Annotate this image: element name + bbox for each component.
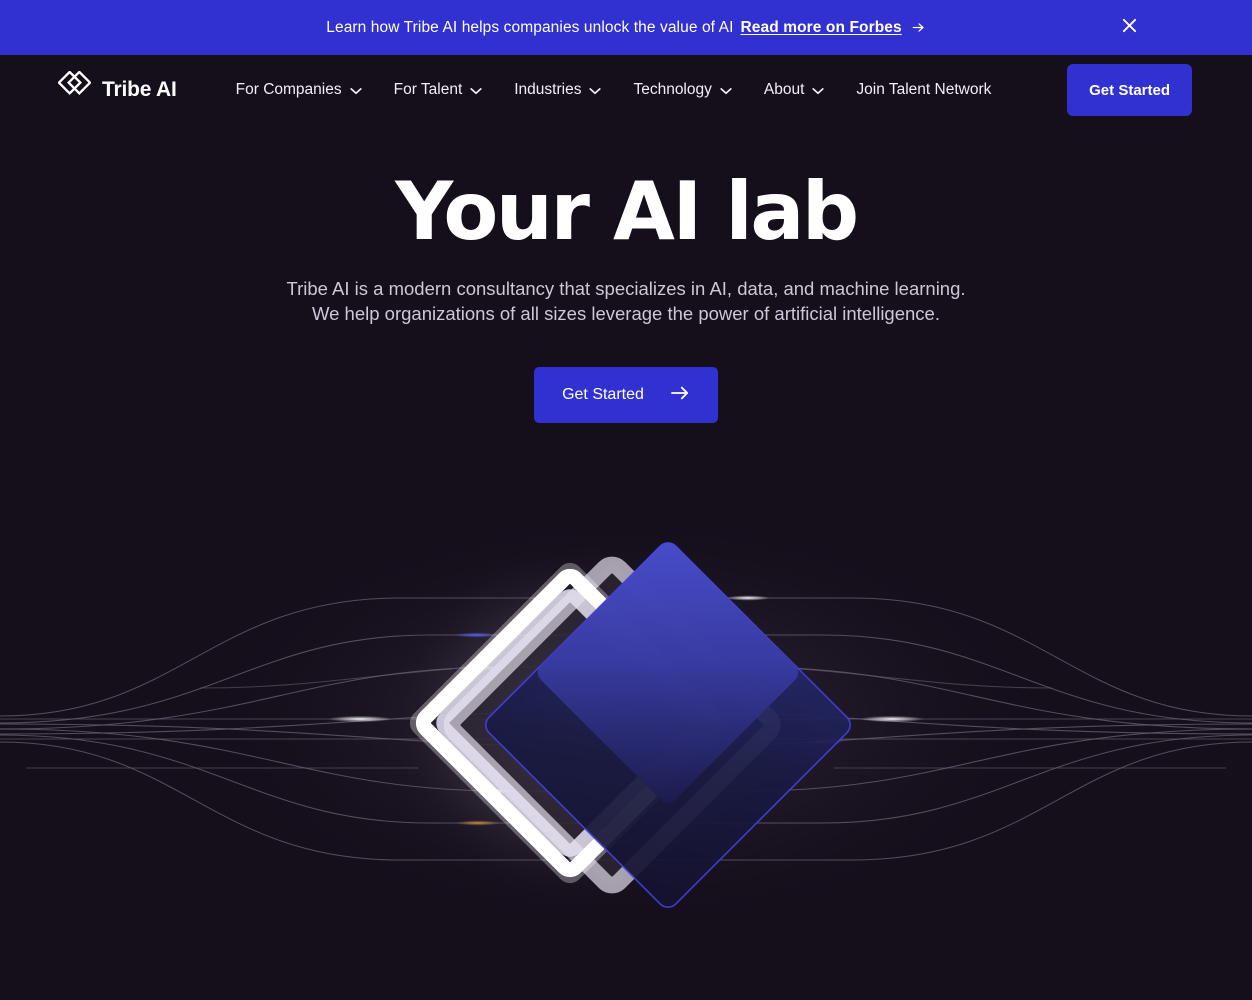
hero-cta-label: Get Started (562, 386, 644, 404)
hero-subtitle-line-1: Tribe AI is a modern consultancy that sp… (286, 278, 966, 299)
nav-item-technology[interactable]: Technology (617, 81, 747, 99)
page-root: Learn how Tribe AI helps companies unloc… (0, 0, 1252, 1000)
announcement-link[interactable]: Read more on Forbes (740, 19, 901, 37)
chevron-down-icon (720, 87, 732, 95)
nav-item-label: For Talent (393, 81, 463, 98)
chevron-down-icon (470, 87, 482, 95)
tribe-diamonds-logo-icon (57, 70, 92, 109)
nav-item-for-companies[interactable]: For Companies (220, 81, 378, 99)
nav-item-label: About (763, 81, 805, 98)
nav-item-for-talent[interactable]: For Talent (378, 81, 499, 99)
chevron-down-icon (589, 87, 602, 95)
nav-item-label: Join Talent Network (856, 81, 992, 98)
announcement-message: Learn how Tribe AI helps companies unloc… (326, 18, 734, 36)
nav-item-label: For Companies (235, 81, 342, 98)
main-navigation: Tribe AI For Companies For Talent Indust… (0, 55, 1252, 125)
nav-get-started-button[interactable]: Get Started (1067, 64, 1192, 116)
nav-item-industries[interactable]: Industries (498, 81, 617, 99)
nav-item-label: Industries (514, 81, 582, 98)
chevron-down-icon (812, 87, 825, 95)
banner-close-button[interactable] (1116, 15, 1142, 41)
nav-item-label: Technology (633, 81, 712, 98)
announcement-text: Learn how Tribe AI helps companies unloc… (326, 19, 925, 37)
close-icon (1120, 16, 1139, 40)
nav-links: For Companies For Talent Industries Tech… (220, 81, 1008, 99)
announcement-banner: Learn how Tribe AI helps companies unloc… (0, 0, 1252, 55)
nav-item-join-talent-network[interactable]: Join Talent Network (840, 81, 1007, 99)
arrow-right-icon (911, 20, 926, 35)
hero-get-started-button[interactable]: Get Started (534, 367, 718, 424)
page-title: Your AI lab (395, 165, 859, 258)
brand-logo-link[interactable]: Tribe AI (57, 70, 177, 109)
brand-name: Tribe AI (102, 78, 177, 101)
hero-subtitle-line-2: We help organizations of all sizes lever… (312, 302, 940, 324)
arrow-right-icon (670, 384, 690, 407)
nav-item-about[interactable]: About (748, 81, 841, 99)
hero-diamond-network-graphic (0, 480, 1252, 1000)
hero-section: Your AI lab Tribe AI is a modern consult… (0, 125, 1252, 424)
chevron-down-icon (349, 87, 362, 95)
hero-subtitle: Tribe AI is a modern consultancy that sp… (0, 277, 1252, 326)
